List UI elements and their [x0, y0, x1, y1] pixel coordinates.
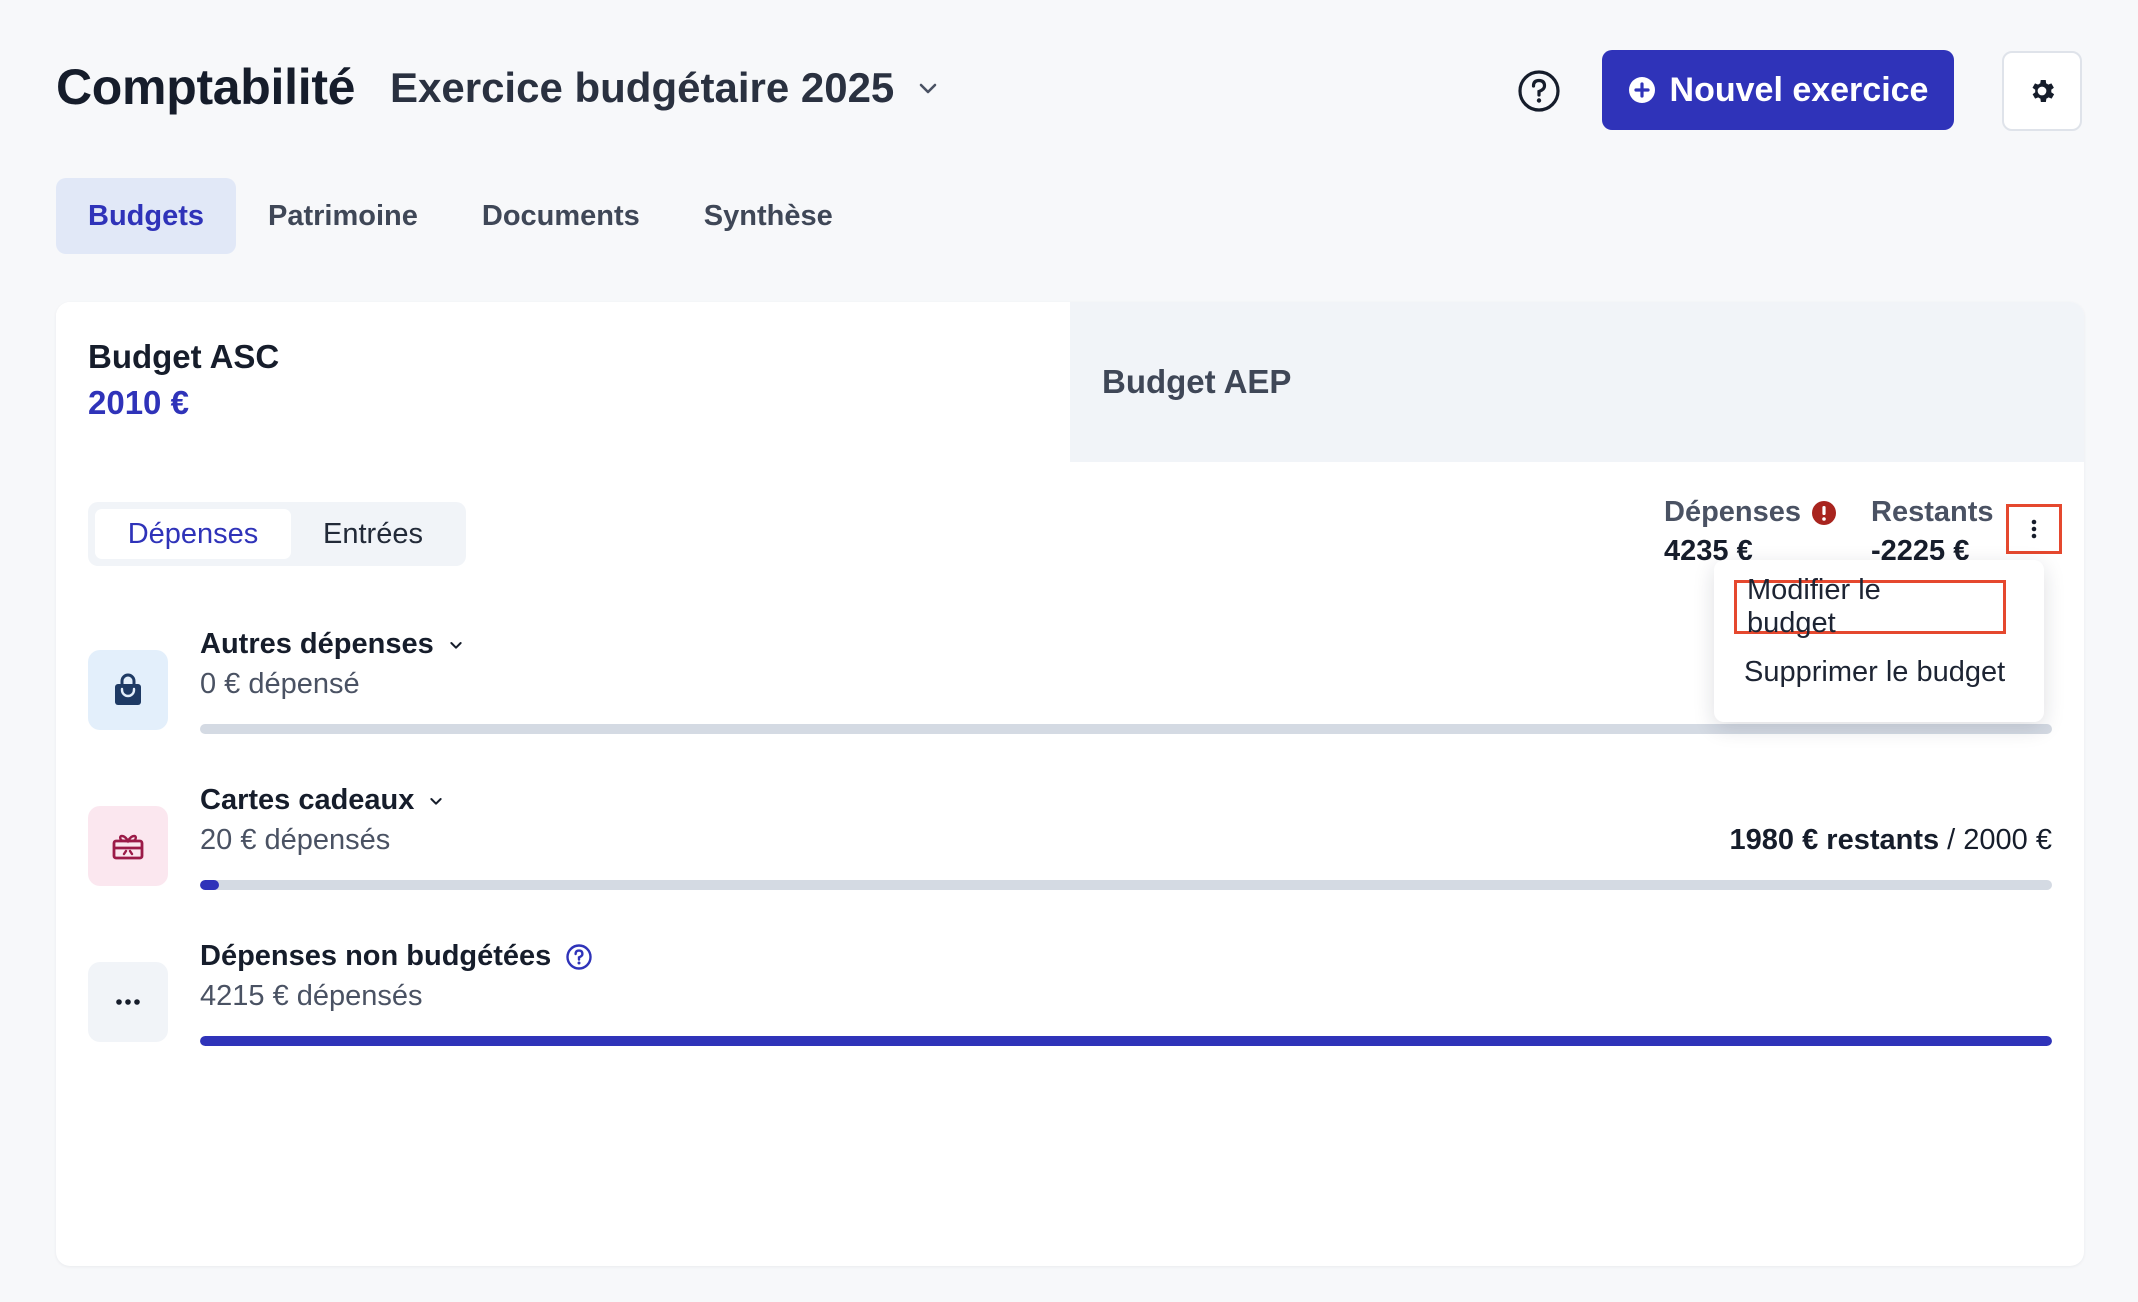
new-exercise-button[interactable]: Nouvel exercice [1602, 50, 1954, 130]
progress-fill [200, 1036, 2052, 1046]
progress-fill [200, 880, 219, 890]
page-header: Comptabilité Exercice budgétaire 2025 No… [56, 50, 2082, 132]
remaining-amount: 1980 € restants [1729, 824, 1940, 856]
exercise-selector[interactable]: Exercice budgétaire 2025 [390, 64, 940, 112]
chevron-down-icon [919, 83, 937, 94]
gear-icon [2032, 80, 2055, 102]
category-title[interactable]: Autres dépenses [200, 628, 464, 661]
exercise-label: Exercice budgétaire 2025 [390, 64, 895, 111]
category-total: 2000 € [1963, 824, 2052, 856]
options-menu: Modifier le budget Supprimer le budget [1714, 560, 2044, 722]
toggle-depenses[interactable]: Dépenses [95, 509, 291, 559]
category-spent: 4215 € dépensés [200, 980, 423, 1012]
progress-bar [200, 1036, 2052, 1046]
total-depenses-value: 4235 € [1664, 535, 1753, 563]
main-tabs: Budgets Patrimoine Documents Synthèse [56, 178, 865, 254]
category-spent: 0 € dépensé [200, 668, 360, 700]
page-title: Comptabilité [56, 59, 356, 115]
more-options-button[interactable] [2006, 504, 2062, 554]
category-spent: 20 € dépensés [200, 824, 391, 856]
settings-button[interactable] [2002, 51, 2082, 131]
progress-bar [200, 880, 2052, 890]
new-exercise-label: Nouvel exercice [1669, 70, 1929, 109]
category-title-text: Dépenses non budgétées [200, 940, 552, 972]
gift-card-icon [112, 834, 144, 860]
help-icon[interactable] [1516, 68, 1562, 114]
progress-bar [200, 724, 2052, 734]
budget-tab-aep[interactable]: Budget AEP [1070, 302, 2084, 462]
total-depenses-label-row: Dépenses [1664, 496, 1837, 529]
plus-circle-icon [1628, 77, 1655, 103]
total-restants: Restants -2225 € [1871, 496, 1994, 563]
budget-asc-amount: 2010 € [88, 384, 189, 421]
ellipsis-icon [116, 999, 140, 1005]
tab-budgets[interactable]: Budgets [56, 178, 236, 254]
budget-totals: Dépenses 4235 € Restants -2225 € [1664, 496, 1994, 563]
remaining-separator: / [1939, 824, 1964, 856]
budget-tabs: Budget ASC 2010 € Budget AEP [56, 302, 2084, 462]
category-title[interactable]: Cartes cadeaux [200, 784, 444, 817]
tab-synthese[interactable]: Synthèse [672, 178, 865, 254]
type-toggle: Dépenses Entrées [88, 502, 466, 566]
category-remaining: 1980 € restants / 2000 € [1730, 824, 2052, 857]
shopping-bag-icon [115, 673, 141, 705]
category-title-text: Autres dépenses [200, 628, 434, 660]
total-restants-value: -2225 € [1871, 535, 1970, 563]
category-title-text: Cartes cadeaux [200, 784, 415, 816]
total-depenses: Dépenses 4235 € [1664, 496, 1837, 563]
chevron-down-icon [430, 797, 443, 805]
category-title: Dépenses non budgétées [200, 940, 593, 973]
help-icon[interactable] [565, 943, 593, 971]
category-icon-box [88, 650, 168, 730]
total-depenses-label: Dépenses [1664, 496, 1802, 528]
category-icon-box [88, 806, 168, 886]
total-restants-label: Restants [1871, 496, 1994, 528]
tab-patrimoine[interactable]: Patrimoine [236, 178, 450, 254]
menu-item-delete-budget[interactable]: Supprimer le budget [1714, 644, 2044, 700]
budget-asc-name: Budget ASC [88, 338, 280, 375]
warning-icon [1812, 500, 1837, 525]
tab-documents[interactable]: Documents [450, 178, 672, 254]
budget-card: Budget ASC 2010 € Budget AEP Dépenses En… [56, 302, 2084, 1266]
category-row: Dépenses non budgétées 4215 € dépensés [88, 932, 2052, 1062]
category-row: Cartes cadeaux 20 € dépensés 1980 € rest… [88, 776, 2052, 906]
kebab-icon [2031, 519, 2037, 539]
budget-aep-name: Budget AEP [1102, 363, 1292, 400]
category-icon-box [88, 962, 168, 1042]
chevron-down-icon [450, 641, 462, 649]
menu-item-edit-budget[interactable]: Modifier le budget [1734, 574, 2006, 639]
toggle-entrees[interactable]: Entrées [291, 509, 455, 559]
budget-tab-asc[interactable]: Budget ASC 2010 € [56, 302, 1070, 462]
